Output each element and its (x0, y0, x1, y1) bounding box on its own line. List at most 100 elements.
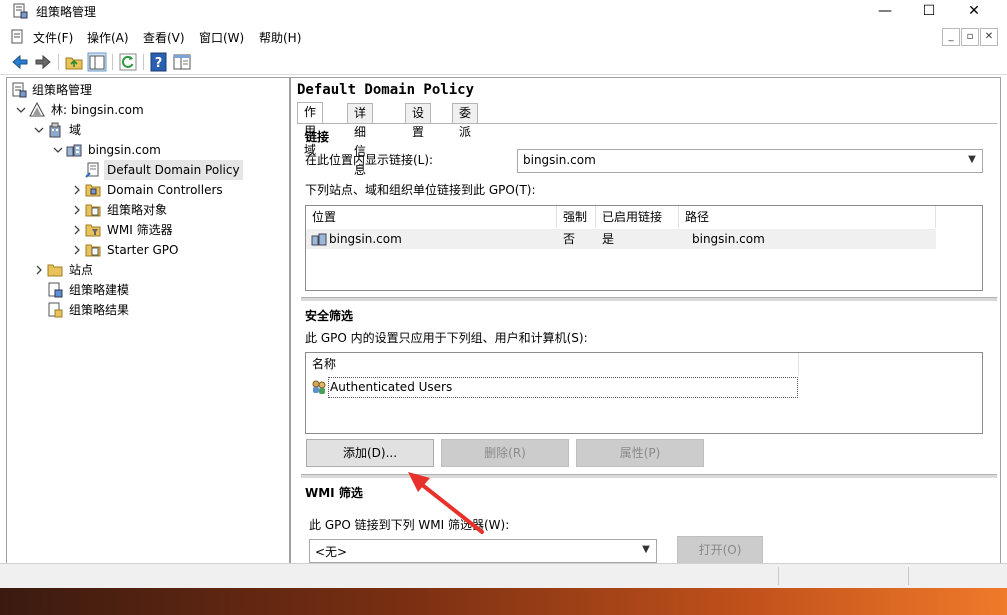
column-header-link-enabled[interactable]: 已启用链接 (596, 206, 679, 228)
gpo-link-icon (85, 162, 99, 178)
menu-view[interactable]: 查看(V) (143, 29, 185, 46)
tree-label: Domain Controllers (107, 183, 223, 197)
menu-action[interactable]: 操作(A) (87, 29, 129, 46)
tree-label: 组策略结果 (69, 303, 130, 317)
add-button[interactable]: 添加(D)... (306, 439, 434, 467)
tree-node-gpo-objects[interactable]: 组策略对象 (71, 200, 271, 220)
cell-link-enabled: 是 (602, 232, 615, 246)
domain-icon (66, 144, 82, 157)
chevron-down-icon[interactable] (52, 140, 64, 160)
section-divider (301, 297, 997, 301)
tree-node-domains[interactable]: 域 (33, 120, 273, 140)
chevron-right-icon[interactable] (71, 220, 83, 240)
tree-label: 林: bingsin.com (51, 103, 144, 117)
chevron-down-icon[interactable] (33, 120, 45, 140)
svg-text:?: ? (155, 56, 163, 71)
chevron-down-icon: ▼ (642, 544, 650, 555)
status-cell (908, 567, 1005, 585)
cell-location: bingsin.com (329, 232, 402, 246)
console-icon (11, 29, 23, 44)
tree-label: 站点 (69, 263, 94, 277)
security-filtering-title: 安全筛选 (305, 309, 354, 323)
folder-up-icon[interactable] (64, 52, 84, 72)
chevron-down-icon: ▼ (968, 154, 976, 165)
tab-details[interactable]: 详细信息 (347, 103, 374, 177)
tree-label: Starter GPO (107, 243, 179, 257)
column-header-enforced[interactable]: 强制 (557, 206, 596, 228)
tree-node-domain-bingsin[interactable]: bingsin.com (52, 140, 272, 160)
column-header-location[interactable]: 位置 (306, 206, 557, 228)
wmi-filter-dropdown[interactable]: <无> ▼ (309, 539, 657, 563)
minimize-button[interactable]: — (862, 0, 908, 22)
wmi-filter-value: <无> (315, 545, 348, 559)
sites-folder-icon (47, 264, 63, 277)
gpo-folder-icon (85, 204, 101, 217)
menu-help[interactable]: 帮助(H) (259, 29, 301, 46)
console-tree: 组策略管理 林: bingsin.com 域 bingsin.com Defau… (6, 77, 290, 565)
back-arrow-icon[interactable] (10, 52, 30, 72)
toolbar: ? (0, 50, 1007, 75)
tab-scope[interactable]: 作用域 (297, 102, 324, 157)
gpmc-app-icon (13, 3, 28, 19)
tree-label: bingsin.com (88, 143, 161, 157)
chevron-right-icon[interactable] (71, 180, 83, 200)
tree-label: WMI 筛选器 (107, 223, 173, 237)
mdi-restore-button[interactable]: ▫ (961, 28, 979, 46)
open-wmi-button[interactable]: 打开(O) (677, 536, 763, 564)
remove-button[interactable]: 删除(R) (441, 439, 569, 467)
column-header-name[interactable]: 名称 (306, 353, 799, 375)
column-header-path[interactable]: 路径 (679, 206, 936, 228)
tab-settings[interactable]: 设置 (405, 103, 432, 139)
gp-modeling-icon (48, 282, 63, 298)
mdi-close-button[interactable]: ✕ (980, 28, 998, 46)
status-bar (0, 563, 1007, 588)
main-window: 组策略管理 — ☐ ✕ 文件(F) 操作(A) 查看(V) 窗口(W) 帮助(H… (0, 0, 1007, 588)
tree-node-gpm-root[interactable]: 组策略管理 (9, 80, 279, 100)
starter-gpo-folder-icon (85, 244, 101, 257)
menu-window[interactable]: 窗口(W) (199, 29, 244, 46)
wmi-folder-icon (85, 224, 101, 237)
tree-node-gp-modeling[interactable]: 组策略建模 (33, 280, 273, 300)
chevron-right-icon[interactable] (33, 260, 45, 280)
chevron-down-icon[interactable] (15, 100, 27, 120)
tree-node-wmi-filters[interactable]: WMI 筛选器 (71, 220, 271, 240)
properties-pane-icon[interactable] (172, 52, 192, 72)
details-pane: Default Domain Policy 作用域 详细信息 设置 委派 链接 … (290, 77, 1001, 565)
toolbar-separator (58, 54, 59, 70)
link-location-dropdown[interactable]: bingsin.com ▼ (517, 149, 983, 173)
chevron-right-icon[interactable] (71, 200, 83, 220)
refresh-icon[interactable] (118, 52, 138, 72)
toolbar-separator (143, 54, 144, 70)
window-title: 组策略管理 (36, 5, 97, 19)
mdi-minimize-button[interactable]: _ (942, 28, 960, 46)
linked-locations-label: 下列站点、域和组织单位链接到此 GPO(T): (305, 183, 536, 197)
tree-node-starter-gpo[interactable]: Starter GPO (71, 240, 271, 260)
properties-button[interactable]: 属性(P) (576, 439, 704, 467)
chevron-right-icon[interactable] (71, 240, 83, 260)
tree-node-sites[interactable]: 站点 (33, 260, 273, 280)
tree-node-default-domain-policy[interactable]: Default Domain Policy (71, 160, 271, 180)
wmi-filtering-title: WMI 筛选 (305, 486, 363, 500)
status-cell (778, 567, 909, 585)
menu-file[interactable]: 文件(F) (33, 29, 73, 46)
maximize-button[interactable]: ☐ (906, 0, 952, 22)
gpm-root-icon (12, 82, 27, 98)
tree-label: 组策略管理 (32, 83, 93, 97)
tree-node-gp-results[interactable]: 组策略结果 (33, 300, 273, 320)
security-filtering-list[interactable]: 名称 Authenticated Users (305, 352, 983, 434)
forward-arrow-icon[interactable] (33, 52, 53, 72)
links-list[interactable]: 位置 强制 已启用链接 路径 bingsin.com 否 是 bingsin.c… (305, 205, 983, 291)
tree-node-domain-controllers[interactable]: Domain Controllers (71, 180, 271, 200)
links-section-title: 链接 (305, 130, 330, 144)
tab-delegation[interactable]: 委派 (452, 103, 479, 139)
tree-node-forest[interactable]: 林: bingsin.com (15, 100, 275, 120)
cell-principal-name: Authenticated Users (330, 380, 453, 394)
close-button[interactable]: ✕ (951, 0, 997, 22)
cell-path: bingsin.com (692, 232, 765, 246)
tree-label: 域 (69, 123, 82, 137)
ou-folder-icon (85, 184, 101, 197)
gpo-title: Default Domain Policy (297, 82, 475, 98)
help-icon[interactable]: ? (149, 52, 169, 72)
show-hide-tree-icon[interactable] (87, 52, 107, 72)
menu-bar: 文件(F) 操作(A) 查看(V) 窗口(W) 帮助(H) (0, 26, 1007, 48)
